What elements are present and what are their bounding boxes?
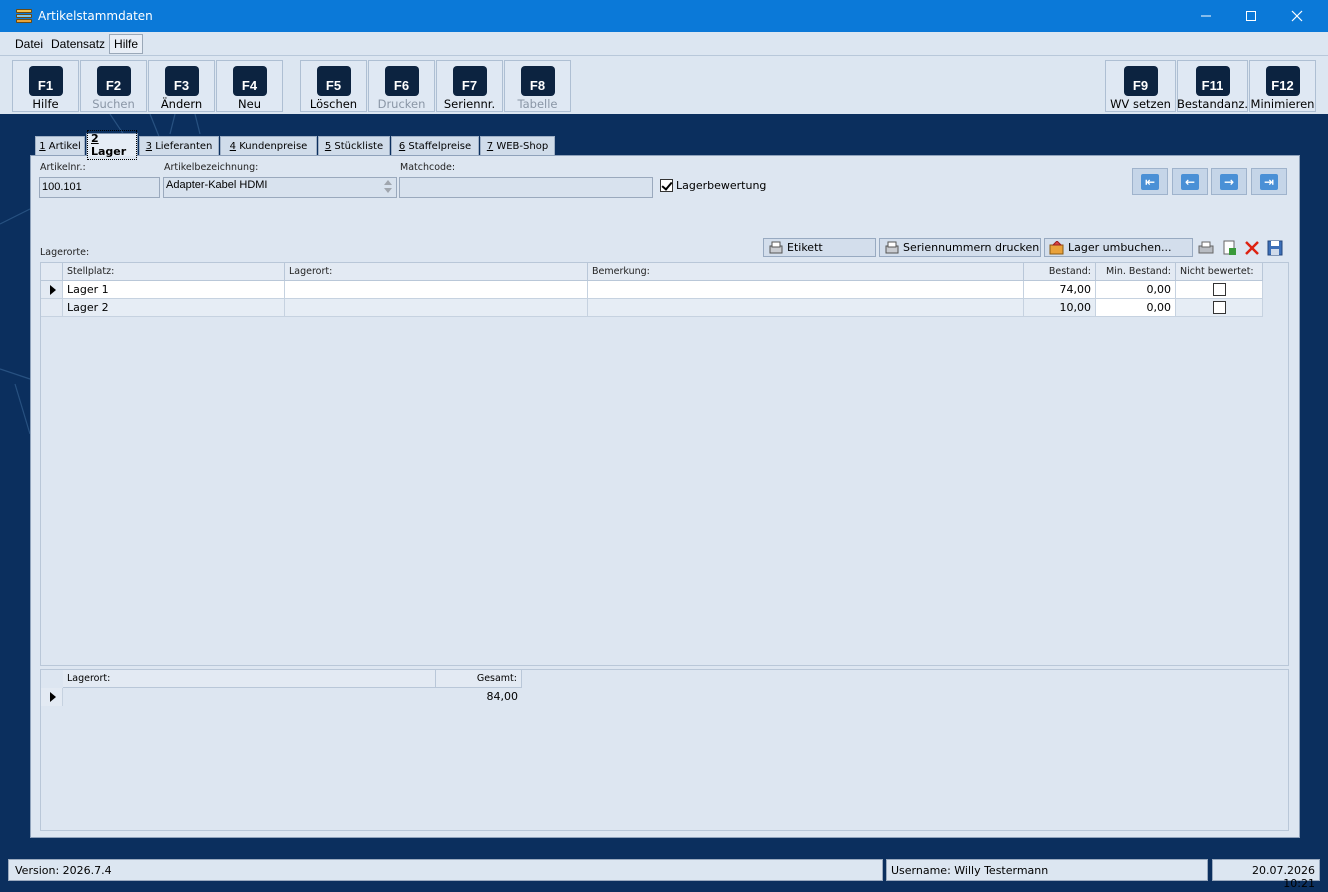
f9-set-wv-button[interactable]: F9 WV setzen: [1105, 60, 1176, 112]
summary-cell-lagerort[interactable]: [63, 688, 436, 706]
f1-help-button[interactable]: F1 Hilfe: [12, 60, 79, 112]
lager-tab-panel: Artikelnr.: 100.101 Artikelbezeichnung: …: [30, 155, 1300, 838]
menu-datei[interactable]: Datei: [11, 35, 47, 53]
column-header-nicht-bewertet[interactable]: Nicht bewertet:: [1176, 263, 1263, 281]
artikelnr-field[interactable]: 100.101: [39, 177, 160, 198]
nicht-bewertet-checkbox[interactable]: [1213, 301, 1226, 314]
table-cell-nicht-bewertet[interactable]: [1176, 299, 1263, 317]
arrow-left-icon: ←: [1181, 173, 1199, 190]
column-header-bestand[interactable]: Bestand:: [1024, 263, 1096, 281]
menu-datensatz[interactable]: Datensatz: [47, 35, 109, 53]
status-version: Version: 2026.7.4: [8, 859, 883, 881]
summary-cell-gesamt[interactable]: 84,00: [436, 688, 522, 706]
arrow-right-icon: →: [1220, 173, 1238, 190]
row-indicator[interactable]: [41, 299, 63, 317]
tab-web-shop[interactable]: 7 WEB-Shop: [480, 136, 555, 156]
summary-header-lagerort[interactable]: Lagerort:: [63, 670, 436, 688]
f4-new-button[interactable]: F4 Neu: [216, 60, 283, 112]
status-username: Username: Willy Testermann: [886, 859, 1208, 881]
table-cell-lagerort[interactable]: [285, 299, 588, 317]
column-header-min-bestand[interactable]: Min. Bestand:: [1096, 263, 1176, 281]
first-record-button[interactable]: ⇤: [1132, 168, 1168, 195]
current-row-icon: [50, 285, 56, 295]
f11-stock-display-button[interactable]: F11 Bestandanz.: [1177, 60, 1248, 112]
minimize-icon: [1201, 15, 1211, 17]
close-icon: [1291, 10, 1303, 22]
save-icon[interactable]: [1265, 238, 1284, 257]
column-header-bemerkung[interactable]: Bemerkung:: [588, 263, 1024, 281]
table-cell-stellplatz[interactable]: Lager 1: [63, 281, 285, 299]
f3-edit-button[interactable]: F3 Ändern: [148, 60, 215, 112]
last-record-button[interactable]: ⇥: [1251, 168, 1287, 195]
delete-icon[interactable]: [1242, 238, 1261, 257]
f12-minimize-button[interactable]: F12 Minimieren: [1249, 60, 1316, 112]
function-key-toolbar: F1 Hilfe F2 Suchen F3 Ändern F4 Neu F5 Lösche…: [0, 56, 1328, 114]
tab-artikel[interactable]: 1 Artikel: [35, 136, 85, 156]
artikelbezeichnung-field[interactable]: Adapter-Kabel HDMI: [163, 177, 397, 198]
current-row-icon: [50, 692, 56, 702]
maximize-icon: [1246, 11, 1256, 21]
matchcode-label: Matchcode:: [400, 162, 456, 173]
column-header-lagerort[interactable]: Lagerort:: [285, 263, 588, 281]
summary-header-gesamt[interactable]: Gesamt:: [436, 670, 522, 688]
minimize-button[interactable]: [1183, 0, 1229, 32]
artikelbezeichnung-label: Artikelbezeichnung:: [164, 162, 259, 173]
maximize-button[interactable]: [1228, 0, 1274, 32]
tab-lager[interactable]: 2 Lager: [86, 130, 138, 160]
lagerorte-label: Lagerorte:: [40, 247, 90, 258]
lagerorte-grid: Stellplatz: Lagerort: Bemerkung: Bestand…: [40, 262, 1289, 666]
table-cell-bemerkung[interactable]: [588, 299, 1024, 317]
title-bar: Artikelstammdaten: [0, 0, 1328, 32]
tab-kundenpreise[interactable]: 4 Kundenpreise: [220, 136, 317, 156]
row-indicator[interactable]: [41, 688, 63, 706]
table-cell-min-bestand[interactable]: 0,00: [1096, 299, 1176, 317]
f6-print-button[interactable]: F6 Drucken: [368, 60, 435, 112]
close-button[interactable]: [1274, 0, 1320, 32]
table-cell-lagerort[interactable]: [285, 281, 588, 299]
table-cell-bemerkung[interactable]: [588, 281, 1024, 299]
nicht-bewertet-checkbox[interactable]: [1213, 283, 1226, 296]
lager-umbuchen-button[interactable]: Lager umbuchen...: [1044, 238, 1193, 257]
table-cell-nicht-bewertet[interactable]: [1176, 281, 1263, 299]
new-document-icon[interactable]: [1219, 238, 1238, 257]
f7-serial-button[interactable]: F7 Seriennr.: [436, 60, 503, 112]
lagerbewertung-label: Lagerbewertung: [676, 179, 767, 192]
tab-lieferanten[interactable]: 3 Lieferanten: [139, 136, 219, 156]
row-indicator-header: [41, 263, 63, 281]
lager-summary-grid: Lagerort: Gesamt: 84,00: [40, 669, 1289, 831]
first-record-icon: ⇤: [1141, 173, 1159, 190]
f2-search-button[interactable]: F2 Suchen: [80, 60, 147, 112]
app-icon: [16, 8, 32, 24]
row-indicator[interactable]: [41, 281, 63, 299]
table-cell-min-bestand[interactable]: 0,00: [1096, 281, 1176, 299]
seriennummern-drucken-button[interactable]: Seriennummern drucken: [879, 238, 1041, 257]
table-cell-stellplatz[interactable]: Lager 2: [63, 299, 285, 317]
tab-stueckliste[interactable]: 5 Stückliste: [318, 136, 390, 156]
menu-hilfe[interactable]: Hilfe: [109, 33, 144, 54]
previous-record-button[interactable]: ←: [1172, 168, 1208, 195]
print-label-icon: [768, 241, 784, 255]
next-record-button[interactable]: →: [1211, 168, 1247, 195]
window-title: Artikelstammdaten: [38, 9, 153, 23]
table-cell-bestand[interactable]: 10,00: [1024, 299, 1096, 317]
tab-staffelpreise[interactable]: 6 Staffelpreise: [391, 136, 479, 156]
artikelnr-label: Artikelnr.:: [40, 162, 86, 173]
status-datetime: 20.07.2026 10:21: [1212, 859, 1320, 890]
menu-bar: Datei Datensatz Hilfe: [0, 32, 1328, 56]
transfer-stock-icon: [1049, 239, 1065, 255]
lagerbewertung-checkbox[interactable]: [660, 179, 673, 192]
f5-delete-button[interactable]: F5 Löschen: [300, 60, 367, 112]
printer-icon[interactable]: [1196, 238, 1215, 257]
scroll-spinner-icon[interactable]: [382, 179, 394, 196]
last-record-icon: ⇥: [1260, 173, 1278, 190]
etikett-button[interactable]: Etikett: [763, 238, 876, 257]
column-header-stellplatz[interactable]: Stellplatz:: [63, 263, 285, 281]
table-cell-bestand[interactable]: 74,00: [1024, 281, 1096, 299]
print-serial-icon: [884, 241, 900, 255]
matchcode-field[interactable]: [399, 177, 653, 198]
f8-table-button[interactable]: F8 Tabelle: [504, 60, 571, 112]
